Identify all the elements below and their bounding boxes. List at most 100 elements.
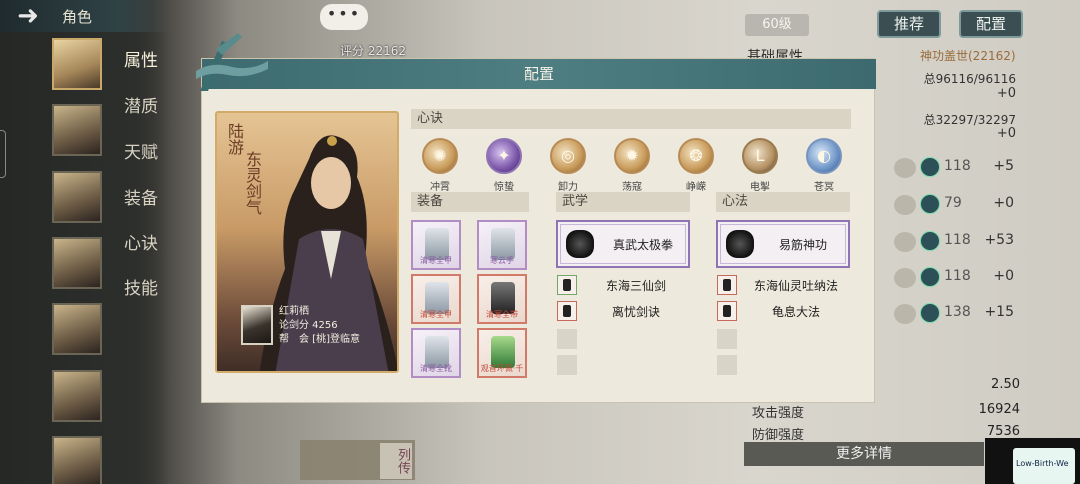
- stat-value: 118: [944, 232, 971, 248]
- sub-inner-skill[interactable]: 东海仙灵吐纳法: [717, 275, 851, 297]
- attack-strength-value: 16924: [978, 402, 1020, 417]
- character-card: 陆游 东灵剑气 红莉栖 论剑分 4256 帮 会 [桃]登临意: [215, 111, 399, 373]
- level-badge: 60级: [745, 14, 809, 36]
- skill-orb-icon: ◎: [550, 138, 586, 174]
- back-arrow-icon[interactable]: ➜: [8, 1, 48, 31]
- skill-glyph: ✹: [625, 146, 639, 165]
- sub-martial-skill-label: 离忧剑诀: [611, 305, 660, 319]
- page-title: 角色: [62, 7, 93, 26]
- chat-bubble-icon[interactable]: •••: [320, 4, 368, 30]
- biography-tab[interactable]: 列传: [380, 443, 412, 479]
- tab-equipment[interactable]: 装备: [124, 184, 158, 209]
- character-portrait[interactable]: [52, 171, 102, 223]
- character-sect-tag: 陆游: [225, 123, 244, 155]
- equipment-slot[interactable]: 观音环佩·千: [477, 328, 527, 378]
- skill-glyph: ❂: [689, 146, 703, 165]
- stat-emblem-icon: [894, 232, 916, 252]
- stat-row: 118 +5: [890, 156, 1020, 180]
- config-modal: 配置 陆游 东灵剑气 红莉栖 论剑分 4256 帮 会 [桃]登临意 心诀 装备…: [196, 33, 876, 403]
- xinjue-skill[interactable]: ✺ 冲霄: [416, 138, 464, 193]
- xinjue-skill[interactable]: ◎ 卸力: [544, 138, 592, 193]
- character-portrait[interactable]: [52, 370, 102, 422]
- equipment-label: 清寒全带: [486, 310, 518, 319]
- equipment-slot[interactable]: 清寒全靴: [411, 328, 461, 378]
- modal-title: 配置: [523, 65, 554, 83]
- stat-value: 79: [944, 195, 962, 211]
- sword-ornament-icon: [196, 33, 268, 91]
- inner-skill-icon: [717, 275, 737, 295]
- sub-inner-skill-label: 龟息大法: [771, 305, 820, 319]
- floating-thumbnail[interactable]: Low-Birth-We: [985, 438, 1080, 484]
- mp-plus: +0: [996, 126, 1016, 141]
- sub-martial-skill[interactable]: 东海三仙剑: [557, 275, 691, 297]
- main-martial-skill-label: 真武太极拳: [612, 238, 673, 252]
- xinjue-skill[interactable]: ✦ 惊蛰: [480, 138, 528, 193]
- xinjue-skill[interactable]: ✹ 荡寇: [608, 138, 656, 193]
- main-inner-skill-label: 易筋神功: [778, 238, 827, 252]
- stat-icon: [920, 303, 940, 323]
- empty-skill-slot[interactable]: [717, 329, 737, 349]
- more-details-button[interactable]: 更多详情: [744, 442, 984, 466]
- recommend-button[interactable]: 推荐: [877, 10, 941, 38]
- skill-orb-icon: ❂: [678, 138, 714, 174]
- empty-skill-slot[interactable]: [557, 329, 577, 349]
- character-sidebar: 属性 潜质 天赋 装备 心诀 技能: [0, 32, 170, 484]
- stat-emblem-icon: [894, 158, 916, 178]
- xinjue-skill[interactable]: L 电掣: [736, 138, 784, 193]
- avatar: [241, 305, 273, 345]
- skill-name: 苍冥: [814, 182, 834, 193]
- stat-delta: +5: [993, 158, 1014, 174]
- empty-skill-slot[interactable]: [717, 355, 737, 375]
- stat-icon: [920, 267, 940, 287]
- equipment-label: 清寒全甲: [420, 310, 452, 319]
- tab-attributes[interactable]: 属性: [124, 46, 158, 71]
- skill-name: 惊蛰: [494, 182, 514, 193]
- equipment-slot[interactable]: 清寒全甲: [411, 274, 461, 324]
- xinjue-skill[interactable]: ❂ 峥嵘: [672, 138, 720, 193]
- character-portrait[interactable]: [52, 104, 102, 156]
- inner-skill-icon: [726, 230, 754, 258]
- skill-glyph: ✺: [433, 146, 447, 165]
- character-portrait[interactable]: [52, 237, 102, 289]
- stat-delta: +53: [984, 232, 1014, 248]
- stat-icon: [920, 231, 940, 251]
- xinjue-skill[interactable]: ◐ 苍冥: [800, 138, 848, 193]
- equipment-slot[interactable]: 清寒全甲: [411, 220, 461, 270]
- tab-potential[interactable]: 潜质: [124, 92, 158, 117]
- top-bar: ➜ 角色: [0, 0, 170, 32]
- character-portrait[interactable]: [52, 436, 102, 484]
- tab-skills[interactable]: 技能: [124, 274, 158, 299]
- skill-name: 电掣: [750, 182, 770, 193]
- hp-plus: +0: [996, 86, 1016, 101]
- skill-name: 冲霄: [430, 182, 450, 193]
- modal-header: 配置: [202, 59, 876, 89]
- config-button[interactable]: 配置: [959, 10, 1023, 38]
- skill-glyph: L: [755, 146, 765, 165]
- sidebar-collapse-handle[interactable]: [0, 130, 6, 178]
- martial-skill-icon: [557, 301, 577, 321]
- equipment-slot[interactable]: 寒云手: [477, 220, 527, 270]
- owner-name: 红莉栖: [279, 306, 309, 317]
- tab-talent[interactable]: 天赋: [124, 138, 158, 163]
- equipment-slot[interactable]: 清寒全带: [477, 274, 527, 324]
- section-wuxue-header: 武学: [556, 192, 690, 212]
- section-xinjue-header: 心诀: [411, 109, 851, 129]
- tab-xinjue[interactable]: 心诀: [124, 229, 158, 254]
- stat-icon: [920, 157, 940, 177]
- stat-row: 118 +0: [890, 266, 1020, 290]
- equipment-label: 清寒全靴: [420, 364, 452, 373]
- hp-value: 总96116/96116: [923, 72, 1016, 86]
- stat-delta: +15: [984, 304, 1014, 320]
- inner-skill-icon: [717, 301, 737, 321]
- sub-martial-skill[interactable]: 离忧剑诀: [557, 301, 691, 323]
- skill-glyph: ◎: [561, 146, 575, 165]
- main-martial-skill[interactable]: 真武太极拳: [556, 220, 690, 268]
- character-portrait[interactable]: [52, 303, 102, 355]
- sub-martial-skill-label: 东海三仙剑: [605, 279, 666, 293]
- main-inner-skill[interactable]: 易筋神功: [716, 220, 850, 268]
- empty-skill-slot[interactable]: [557, 355, 577, 375]
- sub-inner-skill[interactable]: 龟息大法: [717, 301, 851, 323]
- skill-glyph: ◐: [817, 146, 831, 165]
- stat-value: 118: [944, 268, 971, 284]
- character-portrait[interactable]: [52, 38, 102, 90]
